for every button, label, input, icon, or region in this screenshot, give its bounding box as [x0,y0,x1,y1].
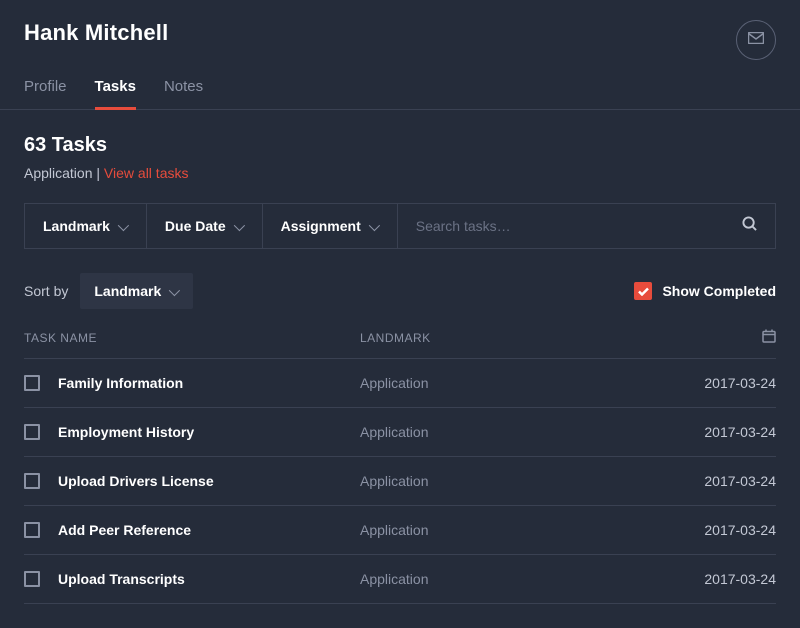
row-date: 2017-03-24 [676,571,776,587]
table-row[interactable]: Employment History Application 2017-03-2… [24,408,776,457]
row-date: 2017-03-24 [676,424,776,440]
tab-tasks[interactable]: Tasks [95,78,136,109]
mail-button[interactable] [736,20,776,60]
column-landmark: LANDMARK [360,331,676,345]
filter-label: Assignment [281,218,361,234]
breadcrumb-separator: | [93,165,104,181]
row-date: 2017-03-24 [676,375,776,391]
row-name: Upload Drivers License [58,473,360,489]
row-checkbox-cell [24,571,58,587]
row-name: Family Information [58,375,360,391]
chevron-down-icon [234,223,244,229]
row-checkbox-cell [24,522,58,538]
row-date: 2017-03-24 [676,473,776,489]
filters-row: Landmark Due Date Assignment [24,203,776,249]
row-checkbox-cell [24,473,58,489]
sort-dropdown[interactable]: Landmark [80,273,193,309]
filter-label: Landmark [43,218,110,234]
checkbox-empty[interactable] [24,522,40,538]
header: Hank Mitchell Profile Tasks Notes [0,0,800,110]
tab-profile[interactable]: Profile [24,78,67,109]
tabs: Profile Tasks Notes [24,78,776,109]
table-row[interactable]: Add Peer Reference Application 2017-03-2… [24,506,776,555]
content: 63 Tasks Application | View all tasks La… [0,110,800,628]
sort-controls: Sort by Landmark [24,273,193,309]
breadcrumb: Application | View all tasks [24,165,776,181]
view-all-link[interactable]: View all tasks [104,165,189,181]
row-date: 2017-03-24 [676,522,776,538]
row-name: Employment History [58,424,360,440]
filter-due-date[interactable]: Due Date [147,203,263,249]
row-name: Add Peer Reference [58,522,360,538]
table-row[interactable]: Upload Transcripts Application 2017-03-2… [24,555,776,604]
row-landmark: Application [360,522,676,538]
sort-row: Sort by Landmark Show Completed [24,273,776,309]
row-landmark: Application [360,473,676,489]
search-icon[interactable] [742,216,757,236]
search-input[interactable] [416,218,742,234]
checkbox-empty[interactable] [24,473,40,489]
mail-icon [748,31,764,49]
checkbox-empty[interactable] [24,571,40,587]
breadcrumb-scope: Application [24,165,93,181]
header-top: Hank Mitchell [24,20,776,60]
checkbox-empty[interactable] [24,424,40,440]
sort-label: Sort by [24,283,68,299]
page-title: Hank Mitchell [24,20,168,46]
show-completed-toggle[interactable]: Show Completed [634,282,776,300]
table-header: TASK NAME LANDMARK [24,329,776,359]
row-landmark: Application [360,571,676,587]
chevron-down-icon [169,288,179,294]
calendar-icon [762,329,776,346]
row-landmark: Application [360,424,676,440]
filter-landmark[interactable]: Landmark [24,203,147,249]
column-task-name: TASK NAME [24,331,360,345]
table-body: Family Information Application 2017-03-2… [24,359,776,604]
row-checkbox-cell [24,375,58,391]
table-row[interactable]: Upload Drivers License Application 2017-… [24,457,776,506]
filter-label: Due Date [165,218,226,234]
checkbox-checked-icon [634,282,652,300]
table-row[interactable]: Family Information Application 2017-03-2… [24,359,776,408]
row-landmark: Application [360,375,676,391]
tab-notes[interactable]: Notes [164,78,203,109]
checkbox-empty[interactable] [24,375,40,391]
row-name: Upload Transcripts [58,571,360,587]
column-date [676,329,776,346]
sort-value: Landmark [94,283,161,299]
chevron-down-icon [369,223,379,229]
chevron-down-icon [118,223,128,229]
row-checkbox-cell [24,424,58,440]
search-box [398,203,776,249]
task-count: 63 Tasks [24,134,776,157]
filter-assignment[interactable]: Assignment [263,203,398,249]
show-completed-label: Show Completed [662,283,776,299]
